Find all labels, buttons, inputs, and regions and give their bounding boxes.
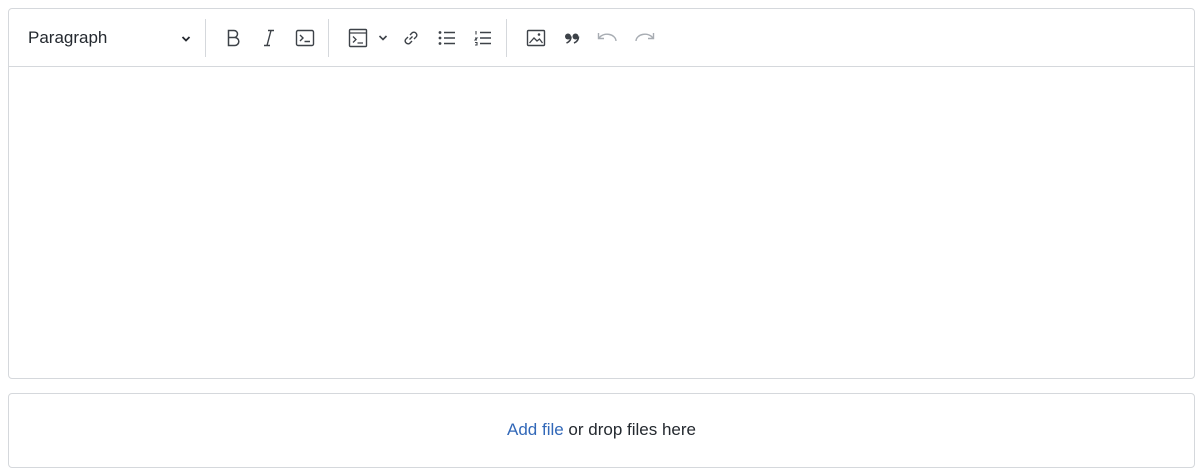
dropzone-text: Add file or drop files here: [9, 420, 1194, 440]
toolbar-divider: [506, 18, 507, 57]
link-icon: [401, 28, 421, 48]
link-button[interactable]: [396, 21, 426, 55]
redo-button[interactable]: [629, 21, 659, 55]
code-icon: [295, 29, 315, 47]
numbered-list-icon: [474, 30, 492, 46]
code-block-icon: [348, 28, 368, 48]
numbered-list-button[interactable]: [468, 21, 498, 55]
paragraph-format-select[interactable]: Paragraph: [9, 17, 205, 59]
editor-content-area[interactable]: [9, 67, 1194, 378]
bulleted-list-icon: [438, 30, 456, 46]
undo-icon: [597, 31, 619, 45]
file-dropzone[interactable]: Add file or drop files here: [8, 393, 1195, 468]
add-file-link[interactable]: Add file: [507, 420, 564, 439]
format-select-label: Paragraph: [28, 27, 108, 47]
code-block-dropdown[interactable]: [376, 21, 390, 55]
rich-text-editor: Paragraph: [8, 8, 1195, 379]
chevron-down-icon: [181, 28, 191, 48]
toolbar-divider: [205, 18, 206, 57]
bold-button[interactable]: [218, 21, 248, 55]
undo-button[interactable]: [593, 21, 623, 55]
bold-icon: [226, 29, 240, 47]
bulleted-list-button[interactable]: [432, 21, 462, 55]
image-icon: [526, 29, 546, 47]
italic-button[interactable]: [254, 21, 284, 55]
chevron-down-icon: [378, 34, 388, 42]
dropzone-hint: or drop files here: [563, 420, 696, 439]
code-block-button[interactable]: [343, 21, 373, 55]
redo-icon: [633, 31, 655, 45]
editor-toolbar: Paragraph: [9, 9, 1194, 67]
image-button[interactable]: [521, 21, 551, 55]
italic-icon: [262, 29, 276, 47]
inline-code-button[interactable]: [290, 21, 320, 55]
toolbar-divider: [328, 18, 329, 57]
quote-icon: [564, 32, 580, 44]
blockquote-button[interactable]: [557, 21, 587, 55]
